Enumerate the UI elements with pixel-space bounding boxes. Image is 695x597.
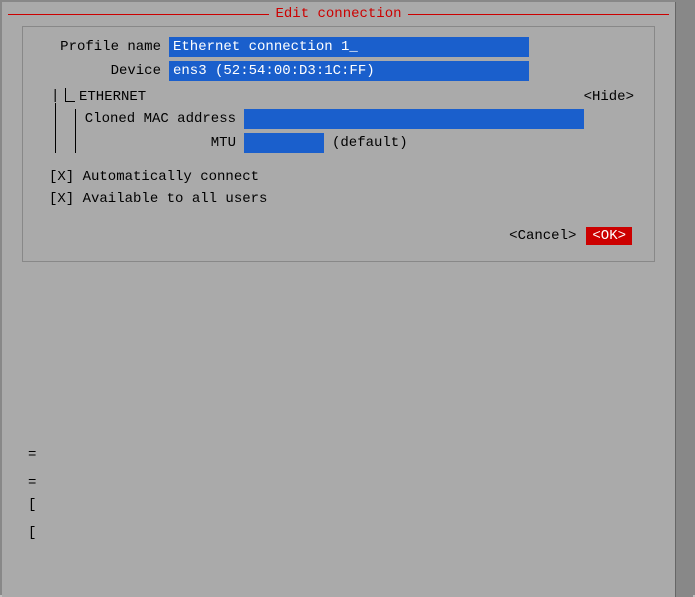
all-users-label[interactable]: [X] Available to all users [49, 191, 267, 207]
buttons-area: <Cancel> <OK> [39, 227, 638, 245]
ok-button[interactable]: <OK> [586, 227, 632, 245]
dialog: Profile name Device | ETHERNET [22, 26, 655, 262]
cloned-mac-row: Cloned MAC address [84, 109, 638, 129]
bottom-decorations: = = [28, 441, 36, 497]
mtu-label: MTU [84, 135, 244, 151]
mtu-default-text: (default) [332, 135, 408, 151]
bottom-line-1: = [28, 441, 36, 469]
cancel-button[interactable]: <Cancel> [505, 227, 580, 245]
bottom-bracket-2: [ [28, 519, 36, 547]
profile-name-input[interactable] [169, 37, 529, 57]
checkboxes-section: [X] Automatically connect [X] Available … [39, 169, 638, 207]
device-input[interactable] [169, 61, 529, 81]
bottom-bracket-1: [ [28, 491, 36, 519]
auto-connect-row: [X] Automatically connect [49, 169, 638, 185]
main-area: Edit connection Profile name Device | [2, 2, 675, 597]
auto-connect-label[interactable]: [X] Automatically connect [49, 169, 259, 185]
title-bar: Edit connection [2, 2, 675, 26]
bottom-brackets: [ [ [28, 491, 36, 547]
scrollbar[interactable] [675, 2, 693, 597]
profile-name-label: Profile name [39, 39, 169, 55]
mtu-input[interactable] [244, 133, 324, 153]
hide-button[interactable]: <Hide> [580, 89, 638, 105]
ethernet-content: Cloned MAC address MTU (default) [75, 109, 638, 153]
mtu-row: MTU (default) [84, 133, 638, 153]
device-label: Device [39, 63, 169, 79]
ethernet-title: ETHERNET [79, 89, 146, 105]
title-bar-line-right [408, 14, 669, 15]
profile-name-row: Profile name [39, 37, 638, 57]
title-bar-line-left [8, 14, 269, 15]
vert-bar-top: | [51, 89, 59, 103]
cloned-mac-label: Cloned MAC address [84, 111, 244, 127]
section-left-indicator: | [51, 89, 59, 153]
cloned-mac-input[interactable] [244, 109, 584, 129]
device-row: Device [39, 61, 638, 81]
all-users-row: [X] Available to all users [49, 191, 638, 207]
dialog-title: Edit connection [275, 6, 401, 22]
ethernet-section: | ETHERNET <Hide> Cloned MAC address [49, 89, 638, 153]
ethernet-header-row: ETHERNET <Hide> [49, 89, 638, 105]
section-corner [65, 88, 75, 102]
outer-container: Edit connection Profile name Device | [0, 0, 695, 595]
